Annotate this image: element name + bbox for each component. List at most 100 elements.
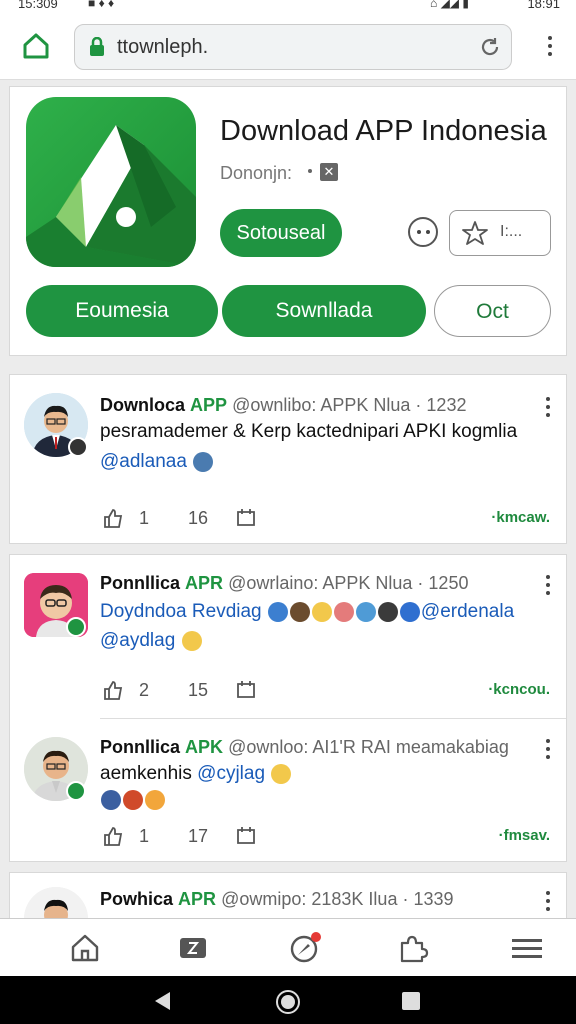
post-meta: @owmipo: 2183K Ilua · 1339 [221,889,454,909]
app-developer: Dononjn: [220,163,293,183]
like-count: 1 [139,825,150,846]
emoji-icon [311,601,332,622]
post-header: Powhica APR @owmipo: 2183K Ilua · 1339 [100,889,454,910]
install-button[interactable]: Sotouseal [220,209,342,257]
post-source[interactable]: ·kcncou. [488,681,550,698]
back-icon[interactable] [152,990,174,1012]
address-bar[interactable]: ttownleph. [74,24,512,70]
home-circle-icon[interactable] [275,989,301,1015]
notification-icon: ■ ♦ ♦ [88,0,115,10]
verified-badge-icon [66,781,86,801]
emoji-icon [355,601,376,622]
post-source[interactable]: ·fmsav. [499,827,550,844]
pill-button-3[interactable]: Oct [434,285,551,337]
status-bar: 15:309 ■ ♦ ♦ ⌂ ◢◢ ▮ 18:91 [0,0,576,14]
post-header: Ponnllica APR @owrlaino: APPK Nlua · 125… [100,573,468,594]
post-body: Doydndoa Revdiag @erdenala [100,601,514,623]
post-tag: APP [190,395,228,415]
pill-button-1[interactable]: Eoumesia [26,285,218,337]
post-card: Ponnllica APR @owrlaino: APPK Nlua · 125… [9,554,567,862]
star-icon [462,221,488,245]
verified-badge-icon [68,437,88,457]
post-author[interactable]: Powhica [100,889,173,909]
bookmark-icon[interactable] [235,507,257,529]
emoji-icon [333,601,354,622]
post-menu-icon[interactable] [546,739,550,759]
more-options-icon[interactable] [408,217,438,247]
post-body-text: aemkenhis [100,763,192,784]
home-icon[interactable] [22,32,50,60]
mention-link[interactable]: @aydlag [100,630,175,651]
post-header: Downloca APP @ownlibo: APPK Nlua · 1232 [100,395,466,416]
recents-icon[interactable] [401,991,421,1011]
post-body: aemkenhis @cyjlag [100,763,292,785]
wishlist-label: I:... [500,223,523,240]
emoji-icon [377,601,398,622]
emoji-icon [289,601,310,622]
comment-count: 17 [188,825,209,846]
like-icon[interactable] [102,507,124,529]
post-tag: APK [185,737,224,757]
like-count: 2 [139,679,150,700]
verified-badge-icon [66,617,86,637]
home-nav-icon[interactable] [68,931,102,965]
post-actions: 1 17 [102,825,257,847]
close-badge-icon[interactable]: ✕ [320,163,338,181]
url-text: ttownleph. [117,36,209,58]
post-source[interactable]: ·kmcaw. [491,509,550,526]
post-card: Downloca APP @ownlibo: APPK Nlua · 1232 … [9,374,567,544]
emoji-icon [399,601,420,622]
lock-icon [90,37,104,56]
app-title: Download APP Indonesia [220,115,547,147]
status-time: 15:309 [18,0,58,11]
separator-dot [308,169,312,173]
post-mention[interactable]: @adlanaa [100,451,214,473]
comment-count: 16 [188,507,209,528]
post-menu-icon[interactable] [546,397,550,417]
like-icon[interactable] [102,825,124,847]
post-body: pesramademer & Kerp kactednipari APKI ko… [100,421,518,442]
post-author[interactable]: Downloca [100,395,185,415]
explore-nav-icon[interactable] [288,931,322,965]
post-author[interactable]: Ponnllica [100,737,180,757]
reload-icon[interactable] [479,36,501,58]
emoji-icon [181,630,202,651]
post-meta: @ownloo: AI1'R RAI meamakabiag [228,737,509,757]
post-author[interactable]: Ponnllica [100,573,180,593]
extensions-nav-icon[interactable] [396,931,430,965]
bookmark-icon[interactable] [235,825,257,847]
emoji-icon [145,789,165,810]
emoji-icon [123,789,143,810]
emoji-icon [267,601,288,622]
post-meta: @ownlibo: APPK Nlua · 1232 [232,395,467,415]
bottom-navigation [0,918,576,976]
post-mention[interactable]: @aydlag [100,630,203,652]
bookmark-icon[interactable] [235,679,257,701]
emoji-row [100,789,166,811]
post-header: Ponnllica APK @ownloo: AI1'R RAI meamaka… [100,737,509,758]
app-logo-icon[interactable] [26,97,196,267]
wishlist-button[interactable]: I:... [449,210,551,256]
post-body-text: Doydndoa Revdiag [100,601,262,622]
mention-link[interactable]: @cyjlag [197,763,265,784]
post-menu-icon[interactable] [546,891,550,911]
like-count: 1 [139,507,150,528]
system-navigation-bar [0,976,576,1024]
post-tag: APR [185,573,224,593]
apps-nav-icon[interactable] [176,931,210,965]
app-header-card: Download APP Indonesia Dononjn: ✕ Sotous… [9,86,567,356]
post-actions: 1 16 [102,507,257,529]
emoji-icon [271,763,292,784]
like-icon[interactable] [102,679,124,701]
menu-nav-icon[interactable] [510,931,544,965]
post-menu-icon[interactable] [546,575,550,595]
mention-link[interactable]: @adlanaa [100,451,187,472]
pill-button-2[interactable]: Sownllada [222,285,426,337]
post-actions: 2 15 [102,679,257,701]
browser-toolbar: ttownleph. [0,14,576,80]
signal-icon: ⌂ ◢◢ ▮ [430,0,469,10]
browser-menu-icon[interactable] [548,36,554,58]
post-tag: APR [178,889,217,909]
mention-link[interactable]: @erdenala [421,601,514,622]
emoji-icon [101,789,121,810]
